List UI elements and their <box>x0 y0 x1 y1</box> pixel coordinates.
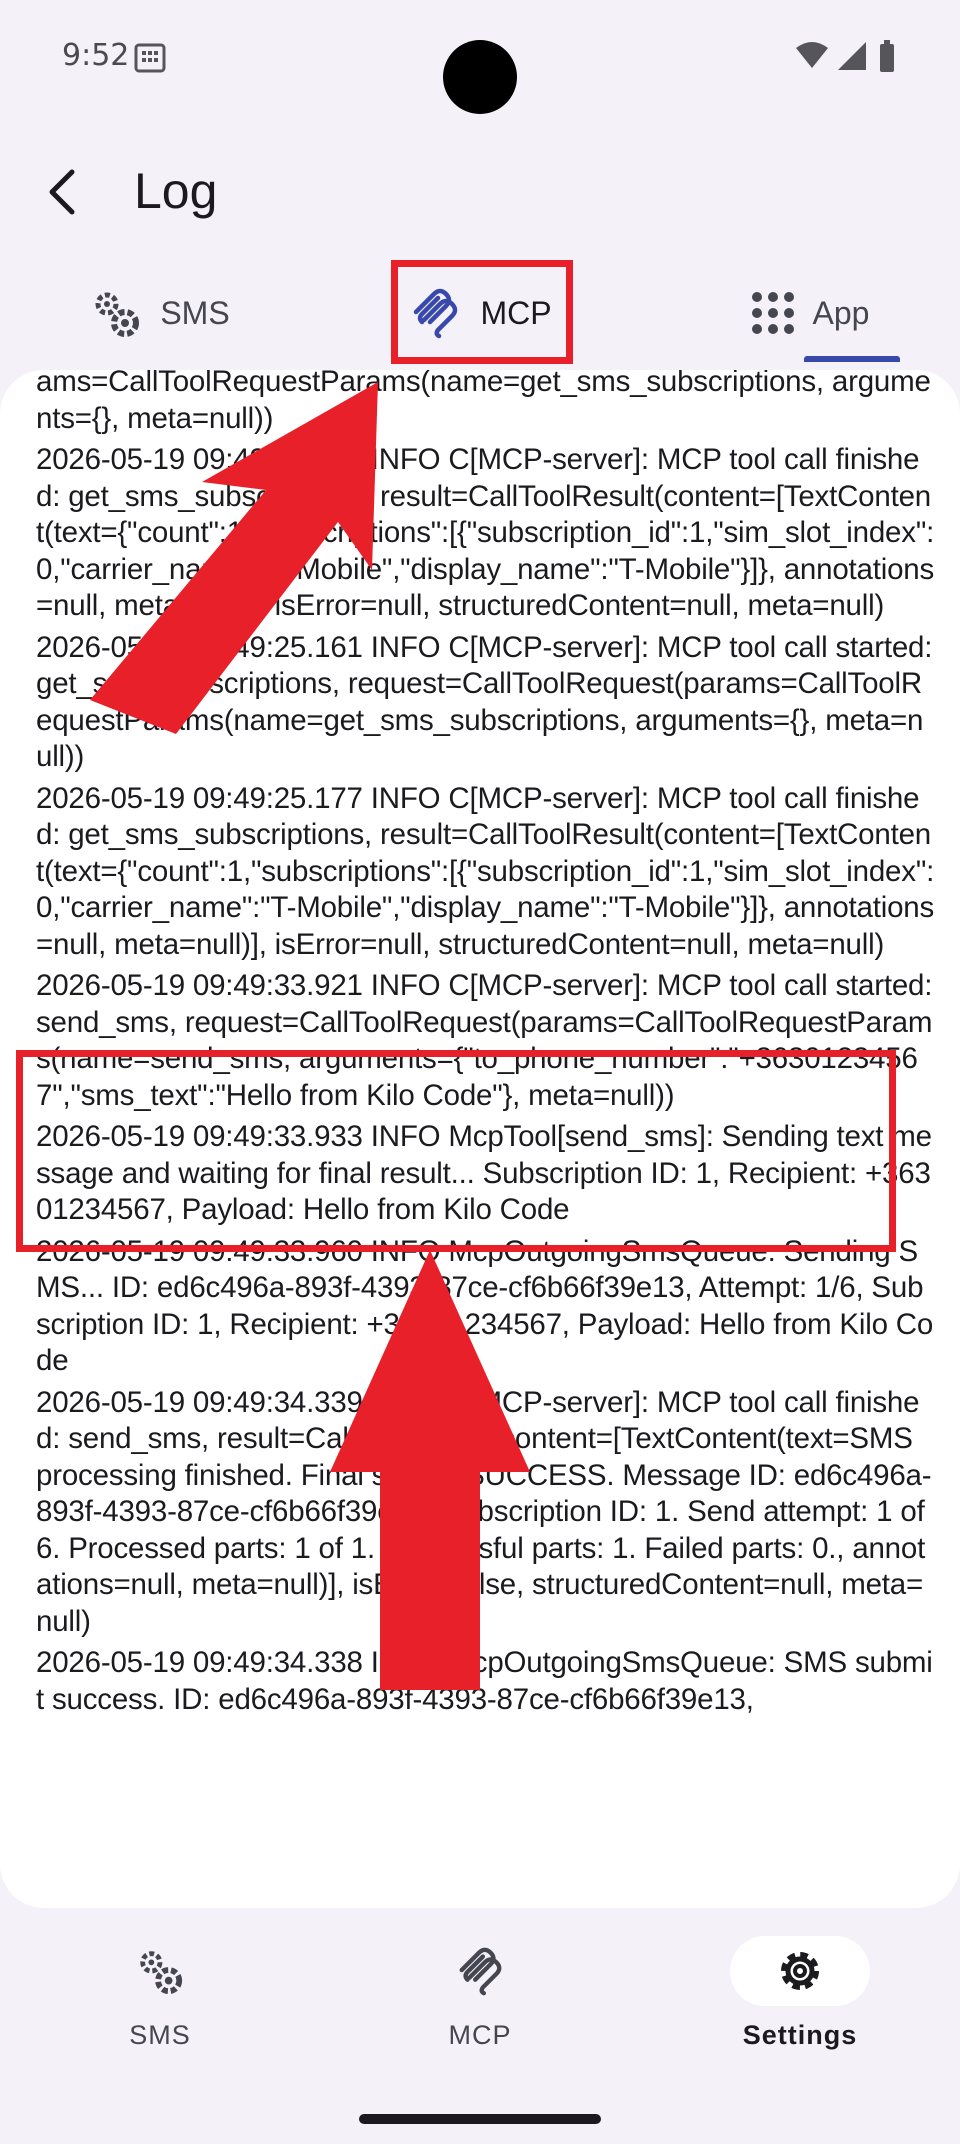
status-icons <box>796 40 894 72</box>
mcp-icon <box>459 1947 502 1996</box>
settings-gear-icon <box>781 1952 819 1990</box>
battery-icon <box>880 44 894 72</box>
nav-active-indicator <box>730 1936 870 2006</box>
log-entry: 2026-05-19 09:49:25.177 INFO C[MCP-serve… <box>36 781 935 961</box>
gears-icon <box>95 292 140 337</box>
signal-icon <box>838 42 866 70</box>
tab-app[interactable]: App <box>720 258 900 368</box>
grid-icon <box>751 292 794 334</box>
tab-label: App <box>812 294 870 331</box>
nav-item-mcp[interactable]: MCP <box>400 1936 560 2076</box>
nav-item-settings[interactable]: Settings <box>720 1936 880 2076</box>
sim-card-icon <box>134 43 166 73</box>
highlight-box-mcp-tab <box>391 260 573 364</box>
status-bar: 9:52 <box>0 0 960 120</box>
page-title: Log <box>134 163 218 219</box>
annotation-arrow-up <box>330 1250 530 1690</box>
app-bar: Log <box>0 140 960 240</box>
annotation-arrow-up-right <box>90 382 378 734</box>
nav-item-sms[interactable]: SMS <box>80 1936 240 2076</box>
tab-label: SMS <box>160 294 230 331</box>
bottom-navigation: SMS MCP Settings <box>0 1920 960 2100</box>
status-time: 9:52 <box>62 38 130 73</box>
back-button[interactable] <box>30 160 94 224</box>
back-arrow-icon <box>49 169 75 215</box>
highlight-box-send-sms-entry <box>16 1050 896 1252</box>
nav-label: SMS <box>129 2020 191 2050</box>
tab-sms[interactable]: SMS <box>60 258 260 368</box>
camera-cutout <box>443 40 517 114</box>
gears-icon <box>140 1951 183 1995</box>
wifi-icon <box>796 42 828 68</box>
nav-label: MCP <box>448 2020 512 2050</box>
nav-label: Settings <box>742 2020 858 2050</box>
gesture-bar[interactable] <box>359 2114 601 2124</box>
